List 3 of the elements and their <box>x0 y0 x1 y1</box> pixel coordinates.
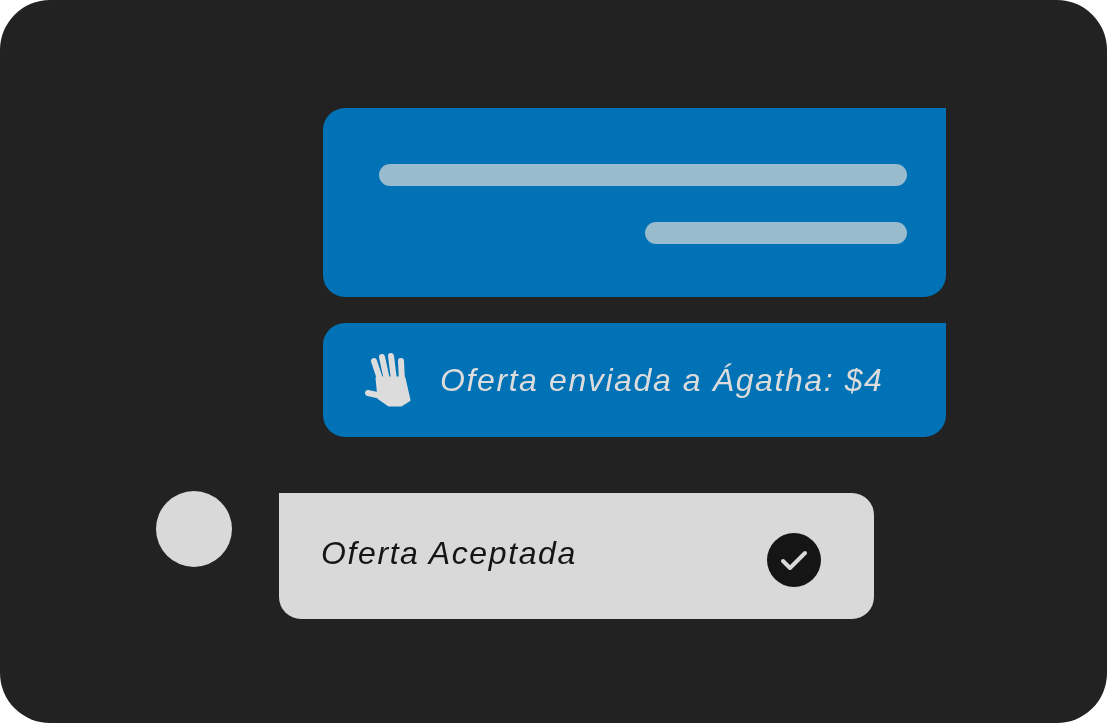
hand-icon <box>364 352 412 408</box>
status-message: Oferta Aceptada <box>321 534 577 572</box>
offer-message: Oferta enviada a Ágatha: $4 <box>440 361 884 399</box>
